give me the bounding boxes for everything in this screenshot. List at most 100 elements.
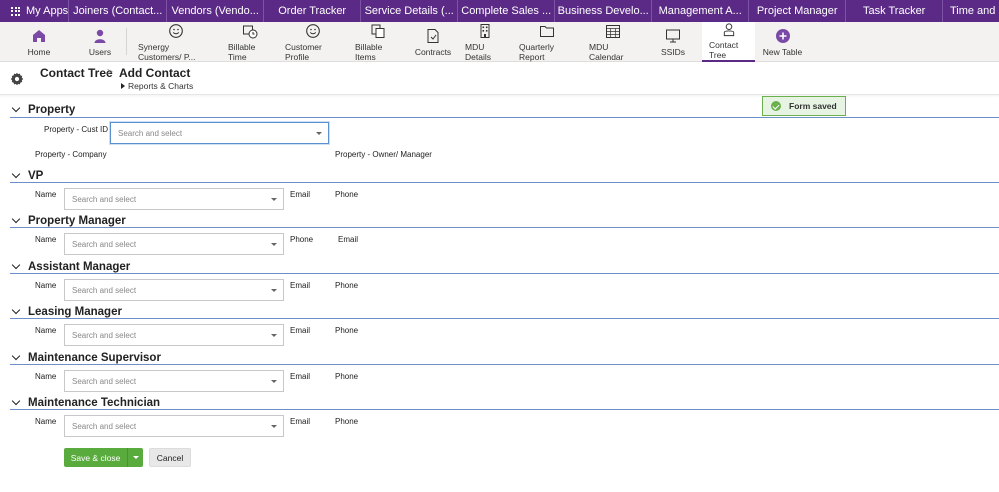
owner-manager-label: Property - Owner/ Manager [335, 150, 432, 159]
phone-label: Phone [335, 372, 359, 381]
email-label: Email [290, 417, 311, 426]
my-apps-button[interactable]: My Apps [0, 0, 68, 22]
cust-id-label: Property - Cust ID [44, 125, 109, 134]
app-tab[interactable]: Management A... [651, 0, 748, 22]
email-label: Email [290, 372, 311, 381]
save-and-close-button[interactable]: Save & close [64, 448, 143, 467]
section-header-maintenance-supervisor[interactable]: Maintenance Supervisor [10, 351, 161, 364]
app-tab[interactable]: Complete Sales ... [457, 0, 554, 22]
page-header: Contact Tree > Add Contact Reports & Cha… [0, 62, 999, 95]
toolbar-label: Home [27, 46, 51, 57]
section-header-maintenance-technician[interactable]: Maintenance Technician [10, 396, 161, 409]
save-label: Save & close [70, 452, 121, 463]
dropdown-arrow-icon [271, 289, 277, 292]
section-divider [10, 227, 999, 228]
section-divider [10, 318, 999, 319]
toast-message: Form saved [789, 101, 837, 111]
app-tab[interactable]: Task Tracker [845, 0, 942, 22]
dropdown-arrow-icon [271, 198, 277, 201]
document-icon [427, 28, 439, 43]
toolbar-label: Contact Tree [709, 40, 739, 60]
my-apps-label: My Apps [26, 5, 69, 17]
toolbar-item-users[interactable]: Users [78, 22, 122, 62]
dropdown-arrow-icon [271, 425, 277, 428]
toolbar-item-ssids[interactable]: SSIDs [644, 22, 702, 62]
breadcrumb-home[interactable]: Contact Tree [40, 66, 113, 80]
toolbar-label: Quarterly Report [519, 41, 554, 62]
cust-id-select[interactable]: Search and select [110, 122, 329, 144]
app-tab[interactable]: Joiners (Contact... [68, 0, 166, 22]
dropdown-arrow-icon [271, 334, 277, 337]
property-manager-name-select[interactable]: Search and select [64, 233, 284, 255]
reports-label: Reports & Charts [128, 81, 194, 91]
section-header-property[interactable]: Property [10, 103, 76, 116]
toolbar-label: MDU Details [465, 41, 491, 62]
smiley-icon [169, 23, 183, 38]
plus-circle-icon [775, 28, 790, 43]
phone-label: Phone [290, 235, 314, 244]
toolbar-item-mdu-calendar[interactable]: MDU Calendar [582, 22, 644, 62]
section-divider [10, 273, 999, 274]
app-tab[interactable]: Service Details (... [360, 0, 457, 22]
expand-triangle-icon [121, 83, 125, 89]
save-options-dropdown[interactable] [127, 448, 143, 467]
vp-name-select[interactable]: Search and select [64, 188, 284, 210]
gear-icon[interactable] [10, 72, 24, 86]
name-label: Name [35, 190, 57, 199]
toolbar-item-mdu-details[interactable]: MDU Details [458, 22, 512, 62]
chevron-down-icon [11, 396, 21, 406]
app-tab[interactable]: Business Develo... [554, 0, 651, 22]
smiley-icon [306, 23, 320, 38]
toolbar-label: Users [88, 46, 112, 57]
section-header-vp[interactable]: VP [10, 169, 44, 182]
toolbar-label: Customer Profile [285, 41, 322, 62]
breadcrumb-separator: > [107, 67, 113, 78]
home-icon [33, 29, 45, 42]
dropdown-arrow-icon [316, 132, 322, 135]
toolbar-label: SSIDs [660, 46, 686, 57]
app-tab[interactable]: Vendors (Vendo... [166, 0, 263, 22]
reports-and-charts-link[interactable]: Reports & Charts [121, 81, 193, 91]
toolbar-item-new-table[interactable]: New Table [755, 22, 810, 62]
cancel-button[interactable]: Cancel [149, 448, 191, 467]
section-header-assistant-manager[interactable]: Assistant Manager [10, 260, 130, 273]
toolbar-item-customer-profile[interactable]: Customer Profile [278, 22, 348, 62]
toolbar-item-quarterly-report[interactable]: Quarterly Report [512, 22, 582, 62]
app-bar: My Apps Joiners (Contact... Vendors (Ven… [0, 0, 999, 22]
select-placeholder: Search and select [72, 285, 137, 295]
toolbar-label: Synergy Customers/ P... [138, 41, 196, 62]
section-title: Maintenance Supervisor [28, 352, 161, 364]
app-tab[interactable]: Project Manager [748, 0, 845, 22]
phone-label: Phone [335, 190, 359, 199]
toolbar-item-billable-time[interactable]: Billable Time [221, 22, 278, 62]
phone-label: Phone [335, 281, 359, 290]
app-tab[interactable]: Order Tracker [263, 0, 360, 22]
toolbar-item-home[interactable]: Home [0, 22, 78, 62]
section-title: Property [28, 104, 76, 116]
toolbar-item-billable-items[interactable]: Billable Items [348, 22, 408, 62]
section-divider [10, 364, 999, 365]
leasing-manager-name-select[interactable]: Search and select [64, 324, 284, 346]
section-title: VP [28, 170, 44, 182]
toolbar-item-contracts[interactable]: Contracts [408, 22, 458, 62]
assistant-manager-name-select[interactable]: Search and select [64, 279, 284, 301]
maintenance-supervisor-name-select[interactable]: Search and select [64, 370, 284, 392]
app-tab[interactable]: Time and [942, 0, 999, 22]
email-label: Email [338, 235, 359, 244]
toolbar-item-synergy-customers[interactable]: Synergy Customers/ P... [131, 22, 221, 62]
section-divider [10, 117, 999, 118]
maintenance-technician-name-select[interactable]: Search and select [64, 415, 284, 437]
building-icon [480, 23, 490, 38]
chevron-down-icon [11, 103, 21, 113]
copy-icon [371, 24, 385, 38]
section-header-property-manager[interactable]: Property Manager [10, 214, 126, 227]
email-label: Email [290, 326, 311, 335]
name-label: Name [35, 417, 57, 426]
phone-label: Phone [335, 326, 359, 335]
dropdown-arrow-icon [271, 380, 277, 383]
section-header-leasing-manager[interactable]: Leasing Manager [10, 305, 122, 318]
toolbar-item-contact-tree[interactable]: Contact Tree [702, 22, 755, 62]
section-title: Maintenance Technician [28, 397, 161, 409]
dropdown-arrow-icon [271, 243, 277, 246]
name-label: Name [35, 281, 57, 290]
